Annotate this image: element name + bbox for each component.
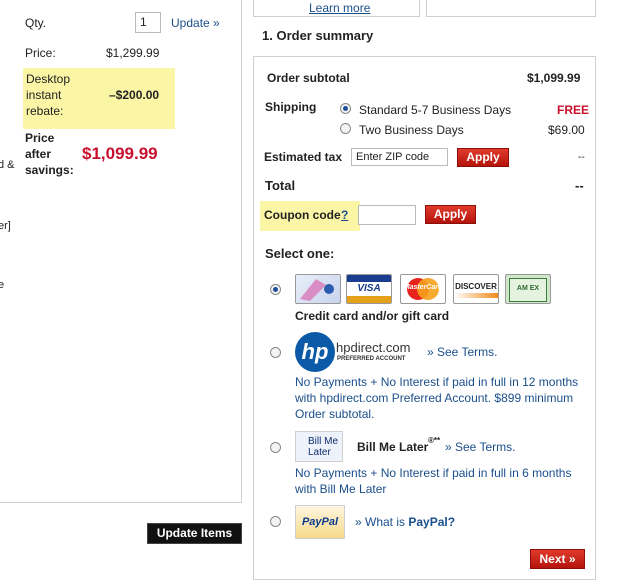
top-box-right xyxy=(426,0,596,17)
payment-paypal-radio[interactable] xyxy=(270,516,281,527)
amex-card-icon: AM EX xyxy=(505,274,551,304)
total-label: Total xyxy=(265,178,296,193)
paypal-question-prefix: » What is xyxy=(355,515,409,529)
rebate-label: Desktop instant rebate: xyxy=(26,72,71,118)
hp-preferred-account: PREFERRED ACCOUNT xyxy=(337,356,406,362)
shipping-standard-label: Standard 5-7 Business Days xyxy=(359,103,512,117)
payment-hp-account-radio[interactable] xyxy=(270,347,281,358)
bill-me-later-mark: ®** xyxy=(428,436,441,445)
next-button[interactable]: Next » xyxy=(530,549,585,569)
shipping-twoday-price: $69.00 xyxy=(548,123,585,137)
coupon-help-link[interactable]: ? xyxy=(341,208,348,222)
shipping-label: Shipping xyxy=(265,100,317,114)
hp-site-name: hpdirect.com xyxy=(336,340,411,355)
edge-text: er] xyxy=(0,220,11,232)
tax-value: -- xyxy=(578,152,585,163)
discover-card-icon: DISCOVER xyxy=(453,274,499,304)
bill-me-later-logo: Bill Me Later xyxy=(295,431,343,462)
update-link[interactable]: Update » xyxy=(171,16,220,30)
tax-label: Estimated tax xyxy=(264,150,343,164)
paypal-logo: PayPal xyxy=(295,505,345,539)
paypal-question[interactable]: » What is PayPal? xyxy=(355,515,455,529)
shipping-standard-radio[interactable] xyxy=(340,103,351,114)
subtotal-value: $1,099.99 xyxy=(527,71,581,85)
price-label: Price: xyxy=(25,46,56,60)
hp-account-description: No Payments + No Interest if paid in ful… xyxy=(295,375,579,421)
qty-input[interactable]: 1 xyxy=(135,12,161,33)
coupon-input[interactable] xyxy=(358,205,416,225)
select-one-label: Select one: xyxy=(265,246,335,261)
payment-bill-me-later-radio[interactable] xyxy=(270,442,281,453)
total-value: -- xyxy=(575,178,584,193)
shipping-twoday-radio[interactable] xyxy=(340,123,351,134)
qty-label: Qty. xyxy=(25,16,47,30)
visa-card-icon: VISA xyxy=(346,274,392,304)
section-title: 1. Order summary xyxy=(262,28,374,43)
bml-see-terms-link[interactable]: » See Terms. xyxy=(445,440,515,454)
coupon-label: Coupon code xyxy=(264,208,341,222)
hp-giftcard-icon xyxy=(295,274,341,304)
mastercard-icon: MasterCard xyxy=(400,274,446,304)
after-savings-value: $1,099.99 xyxy=(82,144,158,163)
bill-me-later-description: No Payments + No Interest if paid in ful… xyxy=(295,466,572,496)
zip-code-input[interactable]: Enter ZIP code xyxy=(351,148,448,166)
coupon-apply-button[interactable]: Apply xyxy=(425,205,476,224)
after-savings-label: Price after savings: xyxy=(25,131,74,177)
paypal-question-name: PayPal? xyxy=(408,515,456,529)
payment-credit-card-radio[interactable] xyxy=(270,284,281,295)
tax-apply-button[interactable]: Apply xyxy=(457,148,509,167)
subtotal-label: Order subtotal xyxy=(267,71,350,85)
shipping-standard-price: FREE xyxy=(557,103,590,117)
bill-me-later-name: Bill Me Later xyxy=(357,440,429,454)
edge-text: d & xyxy=(0,159,15,171)
edge-text: e xyxy=(0,279,5,291)
learn-more-link[interactable]: Learn more xyxy=(309,1,370,15)
price-value: $1,299.99 xyxy=(106,46,160,60)
shipping-twoday-label: Two Business Days xyxy=(359,123,464,137)
credit-card-caption: Credit card and/or gift card xyxy=(295,309,450,323)
rebate-value: –$200.00 xyxy=(109,88,160,102)
hp-see-terms-link[interactable]: » See Terms. xyxy=(427,345,497,359)
update-items-button[interactable]: Update Items xyxy=(147,523,242,544)
hp-logo: hp xyxy=(295,332,335,372)
